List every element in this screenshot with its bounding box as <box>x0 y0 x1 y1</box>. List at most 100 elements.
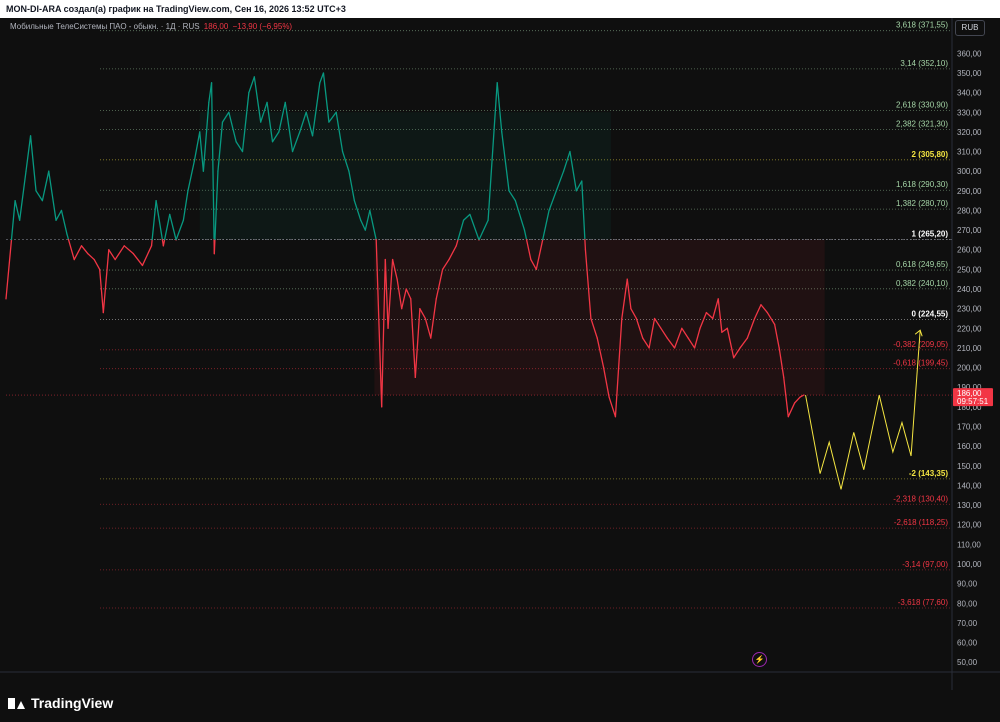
price-segment <box>175 219 185 241</box>
footer <box>0 690 1000 722</box>
symbol-legend: Мобильные ТелеСистемы ПАО - обыкн. · 1Д … <box>10 22 292 31</box>
price-segment <box>73 245 83 261</box>
price-axis-tick-label: 80,00 <box>957 599 978 608</box>
tradingview-logo[interactable]: TradingView <box>8 695 113 711</box>
price-change: −13,90 (−6,95%) <box>232 22 293 31</box>
price-axis-tick-label: 100,00 <box>957 560 982 569</box>
price-segment <box>80 245 89 255</box>
price-segment <box>25 135 32 172</box>
price-axis-tick-label: 130,00 <box>957 501 982 510</box>
projection-arrowhead <box>914 329 923 337</box>
fib-level-label: 0,382 (240,10) <box>896 279 948 288</box>
uptrend-shade <box>199 112 611 240</box>
fib-level-label: -0,382 (209,05) <box>893 340 948 349</box>
currency-button[interactable]: RUB <box>955 20 985 36</box>
downtrend-shade <box>374 239 825 396</box>
fib-level-label: -2,618 (118,25) <box>894 518 948 527</box>
price-axis-tick-label: 200,00 <box>957 364 982 373</box>
price-axis-tick-label: 350,00 <box>957 69 982 78</box>
brand-name: TradingView <box>31 695 114 711</box>
price-axis-tick-label: 160,00 <box>957 442 982 451</box>
price-axis-tick-label: 230,00 <box>957 305 982 314</box>
fib-level-label: 3,618 (371,55) <box>896 21 948 30</box>
price-segment <box>29 135 37 192</box>
price-segment <box>155 199 164 241</box>
price-segment <box>141 245 153 267</box>
price-segment <box>169 213 177 241</box>
price-axis-tick-label: 360,00 <box>957 49 982 58</box>
price-segment <box>150 238 153 247</box>
price-axis-tick-label: 170,00 <box>957 423 982 432</box>
price-segment <box>41 170 50 202</box>
price-axis-tick-label: 110,00 <box>957 540 981 549</box>
fib-level-label: 2 (305,80) <box>912 150 949 159</box>
price-axis-tick-label: 320,00 <box>957 128 982 137</box>
price-axis-tick-label: 260,00 <box>957 246 982 255</box>
tradingview-mark-icon <box>8 697 26 709</box>
price-segment <box>319 72 325 84</box>
fib-level-label: -0,618 (199,45) <box>893 359 948 368</box>
price-axis-tick-label: 250,00 <box>957 265 982 274</box>
price-segment <box>182 190 189 221</box>
price-segment <box>102 249 110 314</box>
price-segment <box>787 402 796 418</box>
price-axis-tick-label: 240,00 <box>957 285 982 294</box>
price-segment <box>163 213 171 241</box>
price-segment <box>151 199 157 241</box>
fib-level-label: 2,618 (330,90) <box>896 101 948 110</box>
price-axis-tick-label: 330,00 <box>957 108 982 117</box>
price-segment <box>187 160 195 192</box>
last-price: 186,00 <box>203 22 229 31</box>
price-segment <box>162 238 166 247</box>
price-axis-tick-label: 210,00 <box>957 344 982 353</box>
price-segment <box>66 233 70 241</box>
price-axis-tick-label: 60,00 <box>957 639 978 648</box>
price-axis-tick-label: 70,00 <box>957 619 978 628</box>
price-chart[interactable]: 50,00 60,00 70,00 80,00 90,00 100,00 110,00 120… <box>0 18 1000 690</box>
price-axis-tick-label: 150,00 <box>957 462 982 471</box>
price-axis-tick-label: 310,00 <box>957 148 982 157</box>
price-axis-tick-label: 120,00 <box>957 521 982 530</box>
price-segment <box>48 170 57 221</box>
fib-level-label: -3,618 (77,60) <box>898 598 949 607</box>
price-axis-tick-label: 290,00 <box>957 187 982 196</box>
last-price-badge-time: 09:57:51 <box>957 397 989 406</box>
price-segment <box>108 249 116 261</box>
fib-level-label: 3,14 (352,10) <box>900 59 948 68</box>
price-segment <box>18 170 27 221</box>
price-segment <box>93 258 101 271</box>
fib-level-label: 2,382 (321,30) <box>896 119 948 128</box>
price-axis-tick-label: 220,00 <box>957 324 982 333</box>
price-segment <box>99 268 104 314</box>
fib-level-label: 0 (224,55) <box>912 309 949 318</box>
fib-level-label: 1,618 (290,30) <box>896 180 948 189</box>
fib-level-label: -2,318 (130,40) <box>893 494 948 503</box>
price-segment <box>60 209 68 235</box>
price-axis-tick-label: 50,00 <box>957 658 978 667</box>
lightning-icon[interactable]: ⚡ <box>752 652 767 667</box>
price-segment <box>35 190 44 202</box>
price-axis-tick-label: 270,00 <box>957 226 982 235</box>
price-segment <box>793 396 801 404</box>
price-segment <box>608 396 617 418</box>
fib-level-label: 1 (265,20) <box>912 230 949 239</box>
price-segment <box>5 238 13 300</box>
fib-level-label: 1,382 (280,70) <box>896 199 948 208</box>
symbol-title: Мобильные ТелеСистемы ПАО - обыкн. · 1Д … <box>10 22 200 31</box>
price-segment <box>799 394 805 398</box>
fib-level-label: 0,618 (249,65) <box>896 260 948 269</box>
price-segment <box>114 245 125 261</box>
price-segment <box>123 245 134 255</box>
price-segment <box>55 209 63 221</box>
price-segment <box>87 253 95 261</box>
price-axis-tick-label: 140,00 <box>957 481 982 490</box>
price-segment <box>132 253 144 267</box>
fib-level-label: -3,14 (97,00) <box>902 560 948 569</box>
chart-attribution-header: MON-DI-ARA создал(а) график на TradingVi… <box>0 0 1000 18</box>
price-axis-tick-label: 300,00 <box>957 167 982 176</box>
fib-level-label: -2 (143,35) <box>909 469 948 478</box>
price-segment <box>248 76 255 94</box>
price-segment <box>10 199 16 241</box>
price-axis-tick-label: 90,00 <box>957 580 978 589</box>
price-axis-tick-label: 340,00 <box>957 89 982 98</box>
